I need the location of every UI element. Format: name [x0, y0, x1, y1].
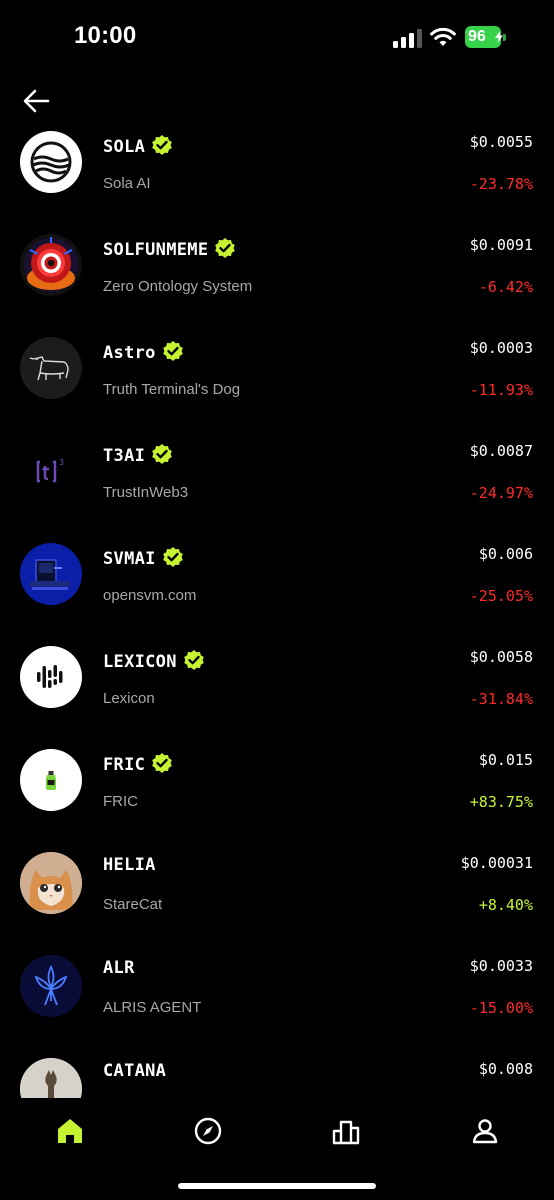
token-change: -15.00%	[469, 999, 533, 1017]
token-name: TrustInWeb3	[103, 484, 189, 501]
token-name: Truth Terminal's Dog	[103, 381, 241, 398]
home-icon[interactable]	[55, 1116, 85, 1146]
token-name: ALRIS AGENT	[103, 999, 202, 1016]
token-price: $0.0055	[469, 133, 533, 151]
token-change: +83.75%	[469, 793, 533, 811]
verified-badge-icon	[152, 444, 172, 464]
token-price: $0.006	[478, 545, 533, 563]
token-price: $0.0033	[469, 957, 533, 975]
home-indicator[interactable]	[178, 1183, 376, 1189]
verified-badge-icon	[152, 753, 172, 773]
token-name: Sola AI	[103, 175, 151, 192]
wifi-icon	[430, 27, 456, 46]
token-price: $0.0087	[469, 442, 533, 460]
cat-photo-icon	[20, 852, 82, 914]
token-symbol: CATANA	[103, 1061, 167, 1081]
token-price: $0.0091	[469, 236, 533, 254]
status-bar: 10:00 96	[0, 0, 554, 70]
token-symbol: Astro	[103, 340, 184, 363]
verified-badge-icon	[215, 238, 236, 258]
token-row[interactable]: LEXICON Lexicon $0.0058 -31.84%	[0, 635, 554, 738]
token-symbol: LEXICON	[103, 649, 205, 672]
token-price: $0.0003	[469, 339, 533, 357]
token-row[interactable]: FRIC FRIC $0.015 +83.75%	[0, 738, 554, 841]
token-price: $0.0058	[469, 648, 533, 666]
back-arrow-icon[interactable]	[22, 88, 50, 114]
token-list[interactable]: SOLA Sola AI $0.0055 -23.78% SOLFUNMEME …	[0, 120, 554, 1098]
token-change: -24.97%	[469, 484, 533, 502]
token-price: $0.00031	[460, 854, 533, 872]
token-name: Zero Ontology System	[103, 278, 253, 295]
sola-wave-logo-icon	[20, 131, 82, 193]
token-symbol: HELIA	[103, 855, 156, 875]
token-name: StareCat	[103, 896, 163, 913]
blue-iris-logo-icon	[20, 955, 82, 1017]
verified-badge-icon	[162, 547, 183, 567]
token-change: -23.78%	[469, 175, 533, 193]
charging-bolt-icon	[495, 31, 503, 43]
verified-badge-icon	[152, 135, 172, 155]
token-change: -25.05%	[469, 587, 533, 605]
token-row[interactable]: SVMAI opensvm.com $0.006 -25.05%	[0, 532, 554, 635]
token-price: $0.008	[478, 1060, 533, 1078]
token-row[interactable]: 3 T3AI TrustInWeb3 $0.0087 -24.97%	[0, 429, 554, 532]
token-row[interactable]: SOLFUNMEME Zero Ontology System $0.0091 …	[0, 223, 554, 326]
token-change: -31.84%	[469, 690, 533, 708]
token-change: -6.42%	[478, 278, 533, 296]
status-time: 10:00	[74, 22, 137, 49]
token-change: -11.93%	[469, 381, 533, 399]
token-name: Lexicon	[103, 690, 155, 707]
token-price: $0.015	[478, 751, 533, 769]
svm-logo-icon	[20, 543, 82, 605]
token-symbol: T3AI	[103, 443, 173, 466]
cellular-signal-icon	[393, 28, 423, 48]
podium-icon[interactable]	[331, 1116, 361, 1146]
compass-icon[interactable]	[193, 1116, 223, 1146]
user-icon[interactable]	[470, 1116, 500, 1146]
token-row[interactable]: SOLA Sola AI $0.0055 -23.78%	[0, 120, 554, 223]
token-symbol: SVMAI	[103, 546, 184, 569]
token-symbol: SOLFUNMEME	[103, 237, 236, 260]
svg-text:3: 3	[59, 458, 64, 467]
token-row[interactable]: Astro Truth Terminal's Dog $0.0003 -11.9…	[0, 326, 554, 429]
token-change: +8.40%	[478, 896, 533, 914]
verified-badge-icon	[183, 650, 204, 670]
token-name: FRIC	[103, 793, 138, 810]
token-symbol: ALR	[103, 958, 135, 978]
token-row[interactable]: ALR ALRIS AGENT $0.0033 -15.00%	[0, 944, 554, 1047]
t3-logo-icon: 3	[20, 440, 82, 502]
token-row[interactable]: CATANA $0.008	[0, 1047, 554, 1098]
cat-figure-photo-icon	[20, 1058, 82, 1098]
fric-bottle-logo-icon	[20, 749, 82, 811]
verified-badge-icon	[162, 341, 183, 361]
token-row[interactable]: HELIA StareCat $0.00031 +8.40%	[0, 841, 554, 944]
token-symbol: FRIC	[103, 752, 173, 775]
dog-sketch-logo-icon	[20, 337, 82, 399]
token-symbol: SOLA	[103, 134, 173, 157]
red-eye-logo-icon	[20, 234, 82, 296]
token-name: opensvm.com	[103, 587, 197, 604]
battery-icon: 96	[465, 26, 506, 48]
soundwave-logo-icon	[20, 646, 82, 708]
